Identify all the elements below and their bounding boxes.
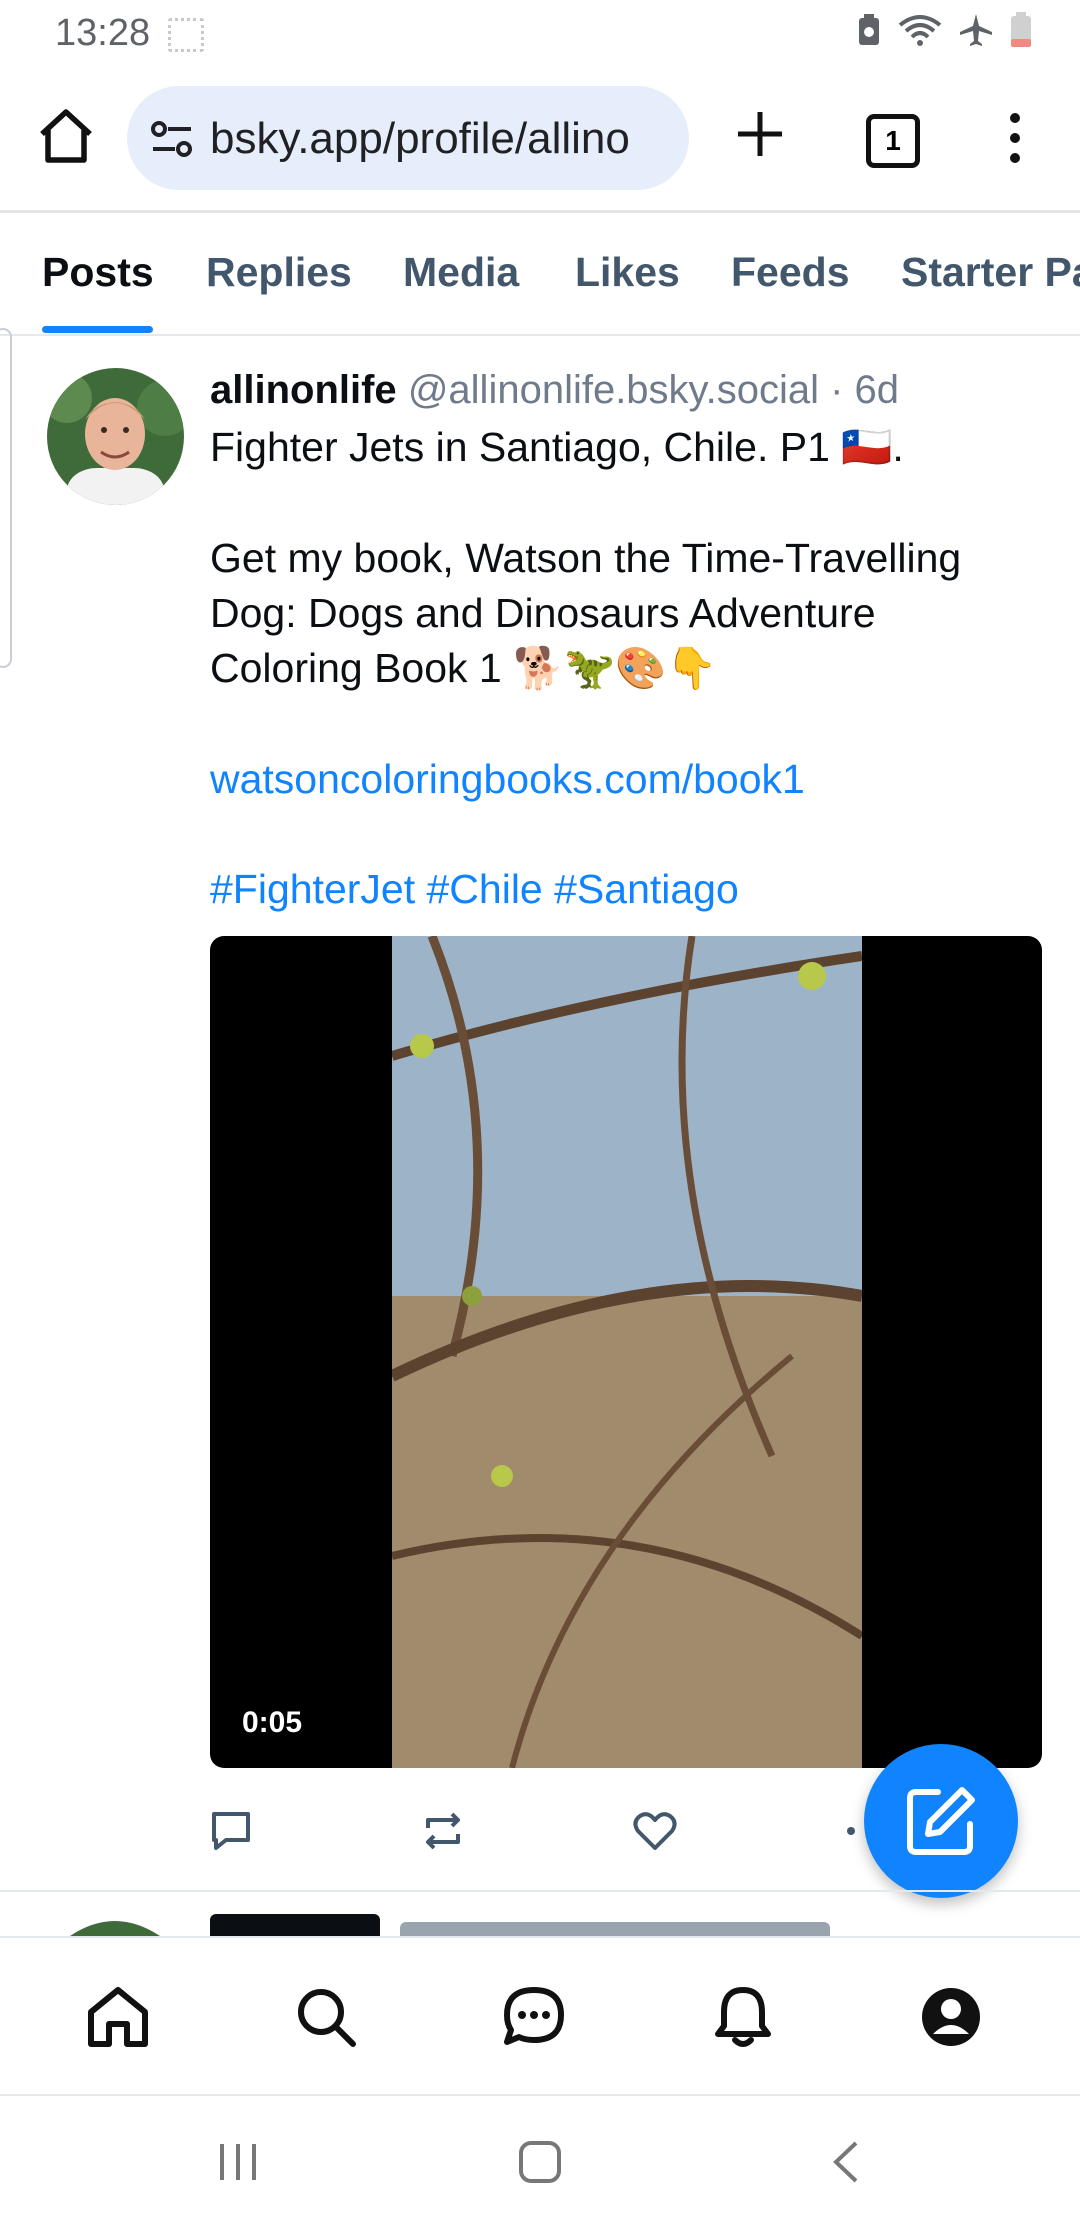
compose-button[interactable]	[864, 1744, 1018, 1898]
nav-search-icon[interactable]	[291, 1982, 361, 2052]
new-tab-icon[interactable]	[730, 104, 790, 164]
author-name[interactable]: allinonlife	[210, 368, 397, 412]
video-frame	[392, 936, 862, 1768]
status-icons	[856, 12, 1032, 48]
battery-icon	[1011, 12, 1031, 47]
battery-saver-icon	[859, 14, 879, 45]
nav-profile-icon[interactable]	[916, 1982, 986, 2052]
post-age[interactable]: · 6d	[830, 368, 899, 412]
post-hashtags[interactable]: #FighterJet #Chile #Santiago	[210, 866, 739, 913]
avatar[interactable]	[47, 368, 184, 505]
tab-replies[interactable]: Replies	[206, 249, 352, 296]
video-player[interactable]: 0:05	[210, 936, 1042, 1768]
video-duration: 0:05	[242, 1706, 303, 1739]
post-text-line: Coloring Book 1 🐕🦖🎨👇	[210, 645, 718, 691]
post-link[interactable]: watsoncoloringbooks.com/book1	[210, 756, 805, 803]
like-icon[interactable]	[630, 1806, 680, 1856]
post-text-line: Get my book, Watson the Time-Travelling	[210, 535, 962, 581]
airplane-mode-icon	[960, 14, 992, 46]
tab-feeds[interactable]: Feeds	[731, 249, 850, 296]
profile-tabs: Posts Replies Media Likes Feeds Starter …	[0, 213, 1080, 335]
system-navigation	[0, 2096, 1080, 2220]
post-text-line: Fighter Jets in Santiago, Chile. P1 🇨🇱.	[210, 424, 904, 470]
more-menu-icon[interactable]	[1000, 108, 1030, 168]
tab-media[interactable]: Media	[403, 249, 519, 296]
wifi-icon	[898, 15, 942, 46]
system-back-icon[interactable]	[830, 2140, 860, 2184]
home-icon[interactable]	[36, 106, 96, 166]
recent-apps-icon[interactable]	[216, 2142, 260, 2182]
status-bar: 13:28	[0, 0, 1080, 66]
reply-icon[interactable]	[206, 1806, 256, 1856]
tab-likes[interactable]: Likes	[575, 249, 680, 296]
repost-icon[interactable]	[418, 1806, 468, 1856]
system-home-icon[interactable]	[518, 2140, 562, 2184]
tab-switcher-button[interactable]: 1	[866, 114, 920, 168]
tab-starter-packs[interactable]: Starter Pa	[901, 249, 1080, 296]
author-handle[interactable]: @allinonlife.bsky.social	[408, 368, 819, 412]
nav-chat-icon[interactable]	[499, 1982, 569, 2052]
compose-icon	[907, 1787, 975, 1855]
post-text-line: Dog: Dogs and Dinosaurs Adventure	[210, 590, 876, 636]
address-bar[interactable]: bsky.app/profile/allino	[127, 86, 689, 190]
post-header: allinonlife @allinonlife.bsky.social · 6…	[210, 368, 899, 413]
side-panel-edge	[0, 328, 12, 668]
site-settings-icon[interactable]	[149, 116, 195, 162]
active-tab-indicator	[42, 326, 153, 333]
url-text[interactable]: bsky.app/profile/allino	[210, 114, 670, 164]
status-time: 13:28	[55, 12, 151, 54]
tabs-divider	[0, 334, 1080, 336]
nav-notifications-icon[interactable]	[708, 1982, 778, 2052]
screenshot-indicator-icon	[168, 18, 204, 52]
tab-posts[interactable]: Posts	[42, 249, 154, 296]
bottom-navigation	[0, 1936, 1080, 2096]
browser-toolbar: bsky.app/profile/allino 1	[0, 66, 1080, 210]
nav-home-icon[interactable]	[83, 1982, 153, 2052]
next-post-preview	[0, 1892, 1080, 1936]
